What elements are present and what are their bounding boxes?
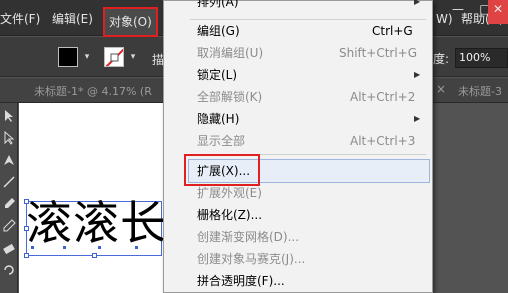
shortcut-unlock-all: Alt+Ctrl+2 <box>350 90 416 104</box>
submenu-arrow-icon: ▶ <box>414 114 421 123</box>
submenu-arrow-icon: ▶ <box>414 0 421 6</box>
menu-item-lock[interactable]: 锁定(L) <box>197 65 237 85</box>
menu-file[interactable]: 文件(F) <box>0 6 44 32</box>
line-tool-icon[interactable] <box>2 175 16 189</box>
submenu-arrow-icon: ▶ <box>414 70 421 79</box>
menu-item-create-object-mosaic[interactable]: 创建对象马赛克(J)... <box>197 249 305 269</box>
menu-item-flatten-transparency[interactable]: 拼合透明度(F)... <box>197 271 285 291</box>
menu-item-show-all[interactable]: 显示全部 <box>197 131 245 151</box>
selection-handle[interactable] <box>92 253 97 258</box>
anchor-point[interactable] <box>31 246 34 249</box>
direct-selection-tool-icon[interactable] <box>2 131 16 145</box>
shortcut-show-all: Alt+Ctrl+3 <box>350 134 416 148</box>
menu-item-expand[interactable]: 扩展(X)... <box>197 161 250 181</box>
menu-item-group[interactable]: 编组(G) <box>197 21 240 41</box>
menu-item-rasterize[interactable]: 栅格化(Z)... <box>197 205 262 225</box>
fill-swatch[interactable] <box>58 47 78 67</box>
fill-dropdown-icon[interactable]: ▾ <box>80 49 94 65</box>
close-window-button[interactable]: ✕ <box>488 0 508 24</box>
canvas-artwork-text: 滚滚长 <box>26 196 167 250</box>
menu-item-unlock-all[interactable]: 全部解锁(K) <box>197 87 262 107</box>
shortcut-ungroup: Shift+Ctrl+G <box>339 46 418 60</box>
selection-tool-icon[interactable] <box>2 109 16 123</box>
stroke-swatch[interactable] <box>104 47 124 67</box>
menu-item-create-gradient-mesh[interactable]: 创建渐变网格(D)... <box>197 227 299 247</box>
anchor-point[interactable] <box>63 246 66 249</box>
menu-item-expand-appearance[interactable]: 扩展外观(E) <box>197 183 262 203</box>
opacity-input[interactable]: 100% <box>455 48 508 68</box>
anchor-point[interactable] <box>135 246 138 249</box>
menu-item-arrange[interactable]: 排列(A) <box>197 0 239 12</box>
menu-item-ungroup[interactable]: 取消编组(U) <box>197 43 263 63</box>
tab-document-1[interactable]: 未标题-1* @ 4.17% (R <box>34 83 152 99</box>
no-stroke-icon <box>105 48 123 66</box>
menu-edit[interactable]: 编辑(E) <box>48 6 97 32</box>
pen-tool-icon[interactable] <box>2 153 16 167</box>
shortcut-group: Ctrl+G <box>372 24 413 38</box>
menu-object[interactable]: 对象(O) <box>103 7 158 37</box>
menu-separator <box>190 19 426 20</box>
anchor-point[interactable] <box>98 246 101 249</box>
eraser-tool-icon[interactable] <box>2 241 16 255</box>
tab-document-3[interactable]: 未标题-3 <box>458 83 502 99</box>
tools-panel <box>0 103 18 293</box>
opacity-label: 度: <box>433 52 450 66</box>
pencil-tool-icon[interactable] <box>2 219 16 233</box>
rotate-tool-icon[interactable] <box>2 263 16 277</box>
menu-item-hide[interactable]: 隐藏(H) <box>197 109 239 129</box>
selection-handle[interactable] <box>24 253 29 258</box>
tab-close-icon[interactable]: × <box>436 82 446 96</box>
minimize-button[interactable]: — <box>443 0 473 24</box>
stroke-dropdown-icon[interactable]: ▾ <box>126 49 140 65</box>
brush-tool-icon[interactable] <box>2 197 16 211</box>
